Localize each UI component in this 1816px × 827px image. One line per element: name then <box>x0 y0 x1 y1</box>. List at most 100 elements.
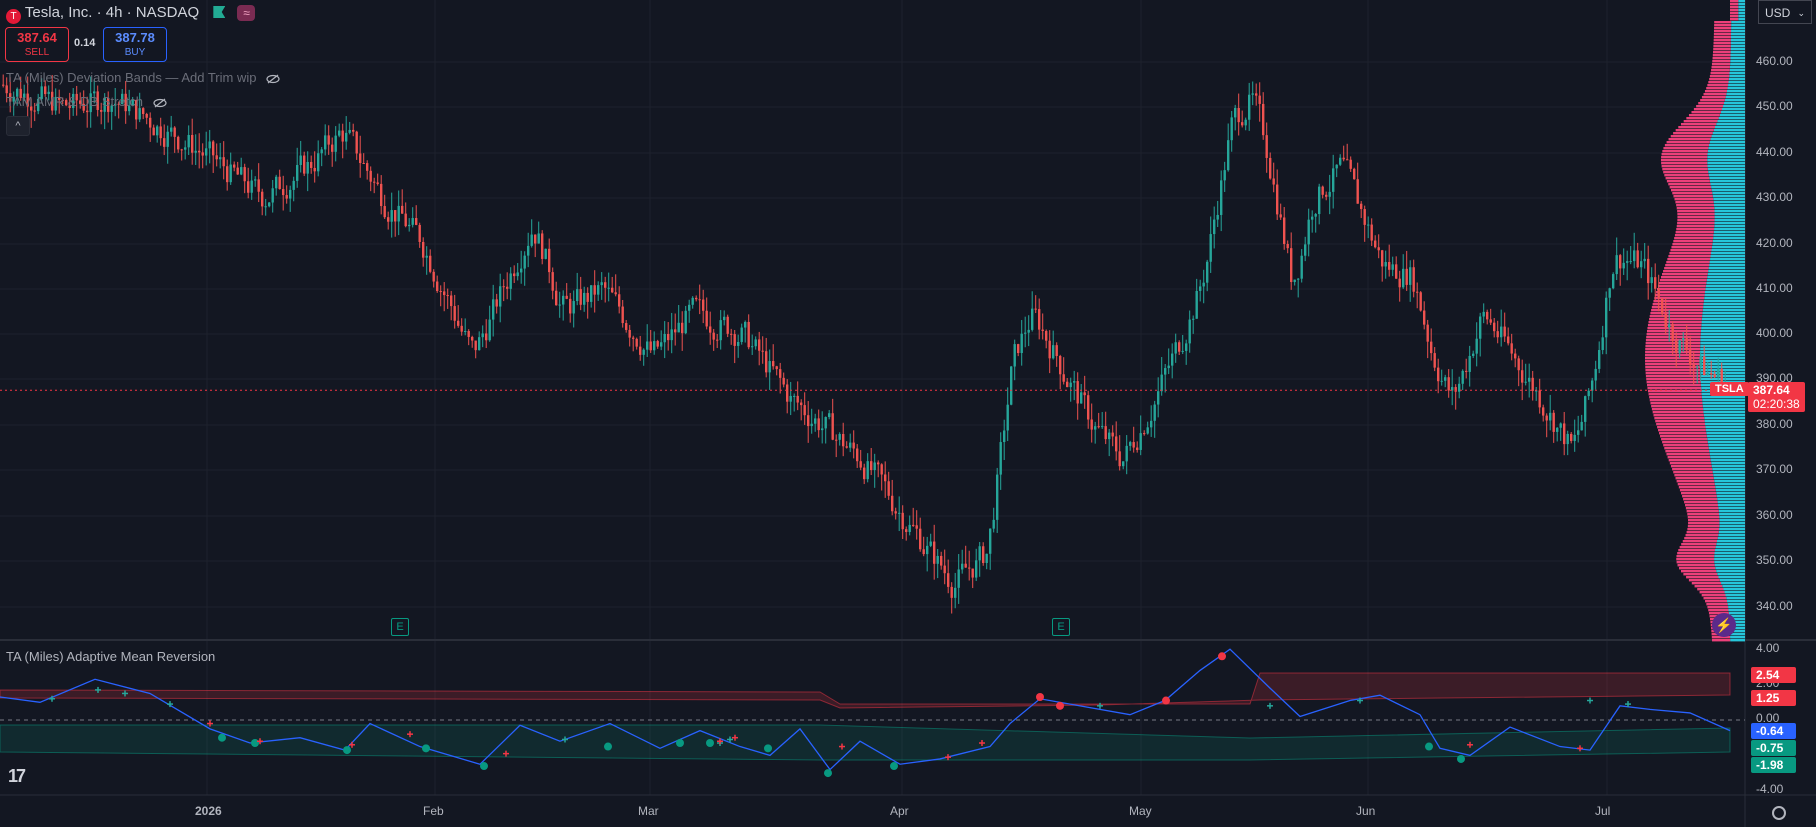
candle-body <box>1241 122 1244 126</box>
candle-body <box>635 338 638 347</box>
symbol-title: Tesla, Inc. · 4h · NASDAQ <box>24 4 200 21</box>
volume-profile-bar <box>1707 606 1729 609</box>
price-axis-label: 430.00 <box>1756 190 1793 204</box>
volume-profile-bar <box>1678 126 1715 129</box>
wave-icon[interactable]: ≈ <box>237 5 256 21</box>
candle-body <box>1405 268 1408 285</box>
tradingview-logo-icon[interactable]: 17 <box>8 766 26 787</box>
candle-body <box>1244 119 1247 126</box>
time-axis-label: Apr <box>890 804 909 818</box>
earnings-marker[interactable]: E <box>391 618 409 636</box>
volume-profile-bar <box>1717 573 1745 576</box>
volume-profile-bar <box>1687 516 1720 519</box>
indicator-legend-amr-stretch[interactable]: TAM AMR & DB Stretch <box>6 94 167 109</box>
volume-profile-bar <box>1718 576 1745 579</box>
candle-body <box>226 166 229 183</box>
bolt-icon[interactable]: ⚡ <box>1712 613 1736 637</box>
volume-profile-bar <box>1670 189 1712 192</box>
volume-profile-bar <box>1724 99 1745 102</box>
candle-body <box>674 329 677 333</box>
candle-body <box>1192 318 1195 320</box>
candle-body <box>530 234 533 246</box>
volume-profile-bar <box>1707 153 1745 156</box>
volume-profile-bar <box>1647 384 1701 387</box>
candle-body <box>733 334 736 346</box>
candle-body <box>1276 184 1279 215</box>
volume-profile-bar <box>1702 399 1745 402</box>
candle-body <box>1314 214 1317 217</box>
flag-icon[interactable] <box>213 6 226 18</box>
candle-body <box>705 310 708 327</box>
currency-selector[interactable]: USD ⌄ <box>1758 0 1812 24</box>
candle-body <box>1433 353 1436 368</box>
candle-body <box>471 336 474 341</box>
price-axis-label: 340.00 <box>1756 599 1793 613</box>
volume-profile-bar <box>1714 480 1745 483</box>
candle-body <box>1258 95 1261 104</box>
volume-profile-bar <box>1651 306 1704 309</box>
candle-body <box>1153 404 1156 421</box>
candle-body <box>1069 382 1072 388</box>
volume-profile-bar <box>1646 381 1701 384</box>
candle-body <box>1080 392 1083 404</box>
candle-body <box>1045 331 1048 341</box>
earnings-marker[interactable]: E <box>1052 618 1070 636</box>
candle-body <box>1076 381 1079 404</box>
candle-body <box>880 464 883 475</box>
collapse-icon[interactable]: ^ <box>6 116 30 136</box>
volume-profile-bar <box>1714 552 1745 555</box>
volume-profile-bar <box>1712 240 1745 243</box>
volume-profile-bar <box>1702 405 1745 408</box>
volume-profile-bar <box>1663 444 1709 447</box>
chart-canvas[interactable] <box>0 0 1816 827</box>
volume-profile-bar <box>1684 501 1718 504</box>
volume-profile-bar <box>1707 150 1745 153</box>
volume-profile-bar <box>1720 111 1745 114</box>
symbol-header[interactable]: T Tesla, Inc. · 4h · NASDAQ ≈ <box>6 4 256 24</box>
candle-body <box>849 442 852 448</box>
candle-body <box>152 127 155 136</box>
candle-body <box>1391 264 1394 270</box>
candle-body <box>999 442 1002 475</box>
volume-profile-bar <box>1652 303 1704 306</box>
candle-body <box>1311 216 1314 220</box>
candle-body <box>1717 368 1720 377</box>
buy-button[interactable]: 387.78 BUY <box>103 27 167 62</box>
candle-body <box>1027 329 1030 333</box>
candle-body <box>1101 426 1104 428</box>
candle-body <box>1171 353 1174 366</box>
candle-body <box>845 446 848 448</box>
candle-body <box>576 289 579 302</box>
candle-body <box>1661 298 1664 314</box>
oversold-dot <box>890 762 898 771</box>
candle-body <box>1692 364 1695 367</box>
candle-body <box>1150 420 1153 428</box>
indicator-legend-deviation-bands[interactable]: TA (Miles) Deviation Bands — Add Trim wi… <box>6 70 280 85</box>
volume-profile-bar <box>1719 519 1745 522</box>
volume-profile-bar <box>1703 597 1727 600</box>
sell-button[interactable]: 387.64 SELL <box>5 27 69 62</box>
candle-body <box>303 155 306 174</box>
candle-body <box>940 555 943 566</box>
volume-profile-bar <box>1707 441 1745 444</box>
volume-profile-bar <box>1703 306 1745 309</box>
settings-icon[interactable] <box>1772 806 1786 820</box>
volume-profile-bar <box>1729 66 1745 69</box>
candle-body <box>1304 244 1307 256</box>
sell-price: 387.64 <box>17 30 57 45</box>
eye-off-icon[interactable] <box>266 74 280 84</box>
volume-profile-bar <box>1730 18 1739 21</box>
candle-body <box>1409 267 1412 285</box>
candle-body <box>957 569 960 588</box>
volume-profile-bar <box>1703 408 1745 411</box>
eye-off-icon[interactable] <box>153 98 167 108</box>
volume-profile-bar <box>1708 267 1745 270</box>
candle-body <box>943 565 946 574</box>
volume-profile-bar <box>1671 246 1712 249</box>
candle-body <box>915 525 918 529</box>
volume-profile-bar <box>1710 459 1745 462</box>
indicator-2-name: TAM AMR & DB Stretch <box>6 94 144 109</box>
volume-profile-bar <box>1730 45 1745 48</box>
candle-body <box>481 333 484 338</box>
candle-body <box>1223 170 1226 181</box>
